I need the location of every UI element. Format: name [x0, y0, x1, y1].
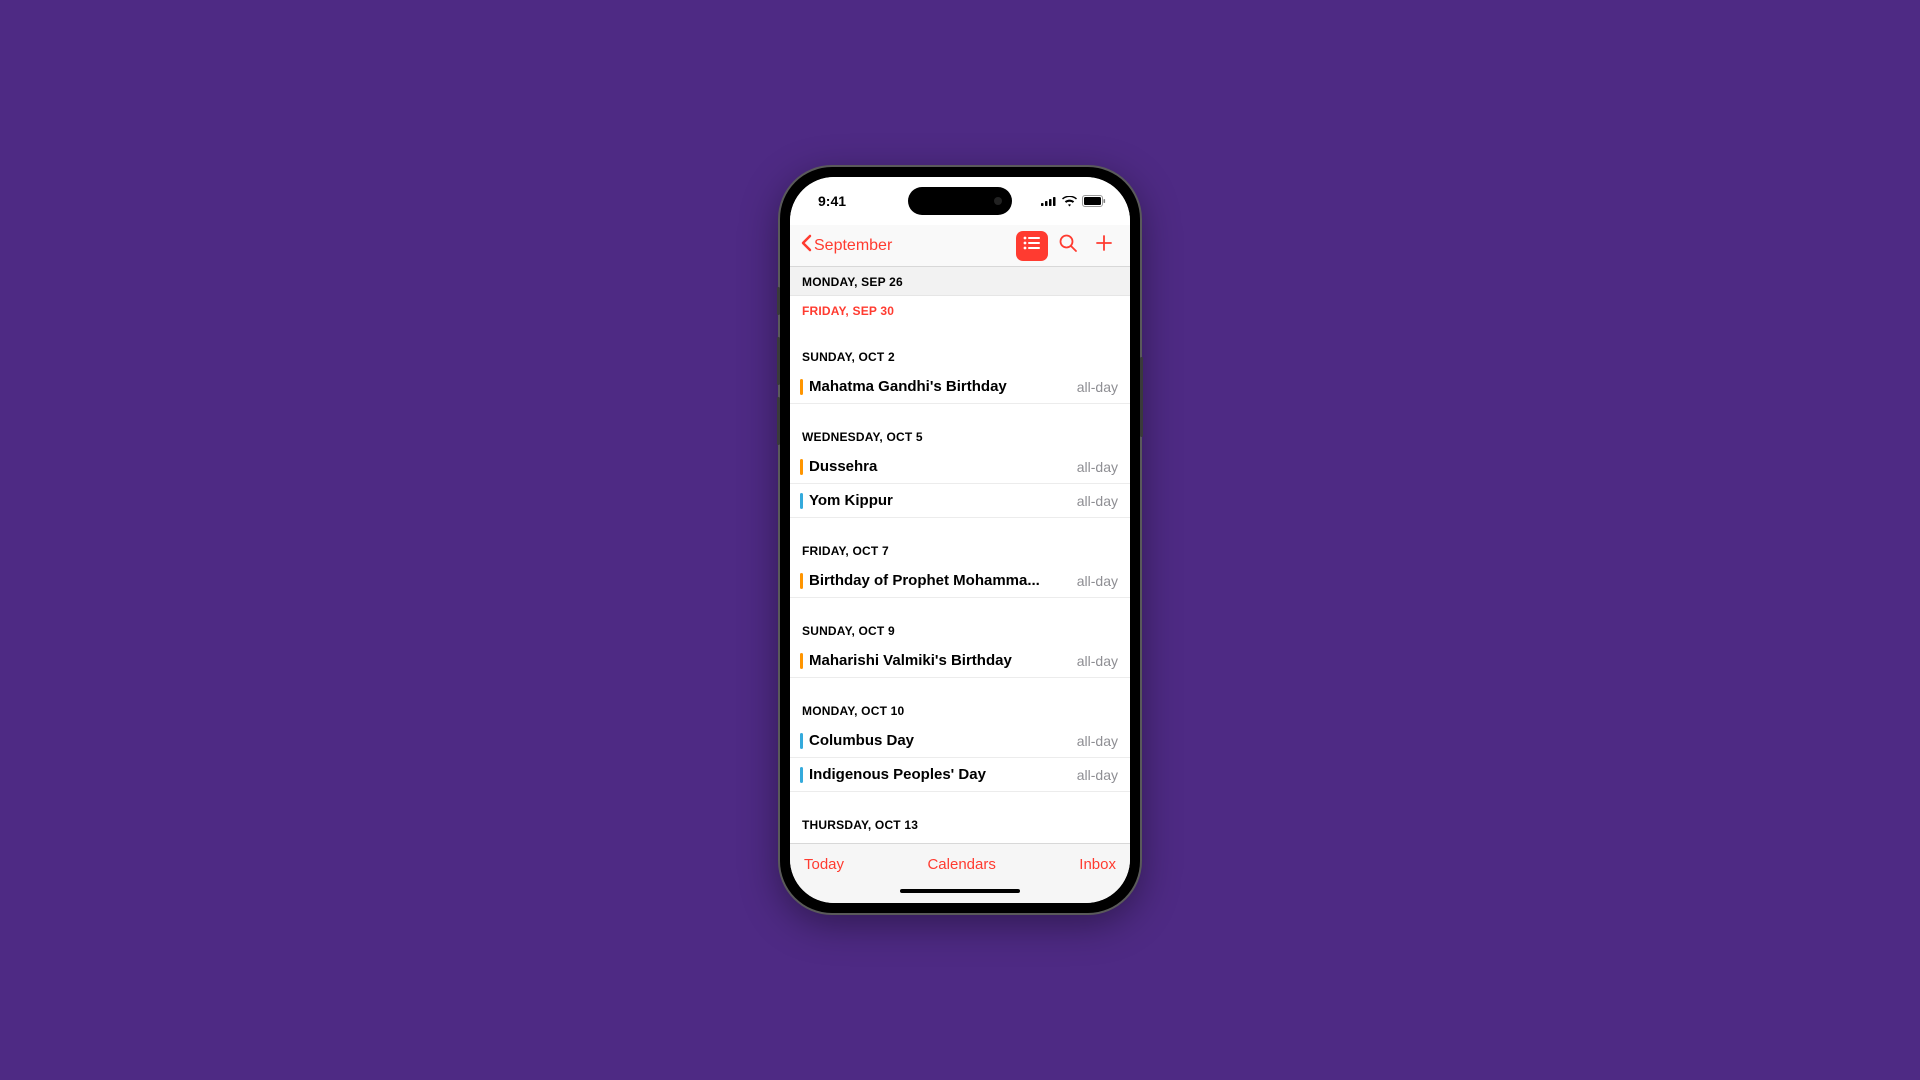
section-gap [790, 324, 1130, 342]
event-time: all-day [1077, 573, 1118, 589]
list-view-button[interactable] [1016, 231, 1048, 261]
calendar-color-bar [800, 379, 803, 395]
cellular-signal-icon [1041, 196, 1057, 206]
day-header: THURSDAY, OCT 13 [790, 810, 1130, 838]
dynamic-island [908, 187, 1012, 215]
section-gap [790, 792, 1130, 810]
list-icon [1023, 236, 1041, 255]
event-row[interactable]: Dussehra all-day [790, 450, 1130, 484]
event-row[interactable]: Birthday of Prophet Mohamma... all-day [790, 564, 1130, 598]
wifi-icon [1062, 196, 1077, 207]
screen: 9:41 September [790, 177, 1130, 903]
power-button [1140, 357, 1143, 437]
event-time: all-day [1077, 767, 1118, 783]
plus-icon [1094, 233, 1114, 258]
calendar-color-bar [800, 767, 803, 783]
event-row[interactable]: Mahatma Gandhi's Birthday all-day [790, 370, 1130, 404]
calendar-color-bar [800, 733, 803, 749]
day-header: MONDAY, SEP 26 [790, 267, 1130, 296]
back-label: September [814, 237, 892, 255]
phone-frame: 9:41 September [780, 167, 1140, 913]
nav-bar: September [790, 225, 1130, 267]
day-header: WEDNESDAY, OCT 5 [790, 422, 1130, 450]
volume-down-button [777, 397, 780, 445]
day-header: MONDAY, OCT 10 [790, 696, 1130, 724]
status-time: 9:41 [818, 193, 846, 209]
home-indicator[interactable] [900, 889, 1020, 893]
bottom-toolbar: Today Calendars Inbox [790, 843, 1130, 885]
today-button[interactable]: Today [804, 856, 844, 873]
event-list[interactable]: MONDAY, SEP 26FRIDAY, SEP 30 SUNDAY, OCT … [790, 267, 1130, 843]
calendar-color-bar [800, 653, 803, 669]
chevron-left-icon [800, 234, 812, 257]
event-title: Columbus Day [809, 732, 1071, 749]
inbox-button[interactable]: Inbox [1079, 856, 1116, 873]
calendar-color-bar [800, 459, 803, 475]
event-time: all-day [1077, 379, 1118, 395]
event-title: Dussehra [809, 458, 1071, 475]
back-button[interactable]: September [800, 234, 892, 257]
search-button[interactable] [1052, 231, 1084, 261]
event-row[interactable]: Yom Kippur all-day [790, 484, 1130, 518]
calendars-button[interactable]: Calendars [927, 856, 995, 873]
section-gap [790, 518, 1130, 536]
battery-icon [1082, 195, 1106, 207]
event-title: Yom Kippur [809, 492, 1071, 509]
calendar-color-bar [800, 493, 803, 509]
search-icon [1058, 233, 1078, 258]
volume-up-button [777, 337, 780, 385]
event-time: all-day [1077, 653, 1118, 669]
day-header: FRIDAY, OCT 7 [790, 536, 1130, 564]
day-header: FRIDAY, SEP 30 [790, 296, 1130, 324]
event-row[interactable]: Maharishi Valmiki's Birthday all-day [790, 644, 1130, 678]
add-event-button[interactable] [1088, 231, 1120, 261]
day-header: SUNDAY, OCT 2 [790, 342, 1130, 370]
calendar-color-bar [800, 573, 803, 589]
event-title: Maharishi Valmiki's Birthday [809, 652, 1071, 669]
event-title: Indigenous Peoples' Day [809, 766, 1071, 783]
event-time: all-day [1077, 459, 1118, 475]
day-header: SUNDAY, OCT 9 [790, 616, 1130, 644]
section-gap [790, 598, 1130, 616]
event-row[interactable]: Indigenous Peoples' Day all-day [790, 758, 1130, 792]
event-title: Birthday of Prophet Mohamma... [809, 572, 1071, 589]
section-gap [790, 678, 1130, 696]
event-row[interactable]: Columbus Day all-day [790, 724, 1130, 758]
side-button [777, 287, 780, 315]
section-gap [790, 404, 1130, 422]
home-indicator-area [790, 885, 1130, 903]
event-time: all-day [1077, 493, 1118, 509]
event-time: all-day [1077, 733, 1118, 749]
event-title: Mahatma Gandhi's Birthday [809, 378, 1071, 395]
status-right [1041, 195, 1106, 207]
